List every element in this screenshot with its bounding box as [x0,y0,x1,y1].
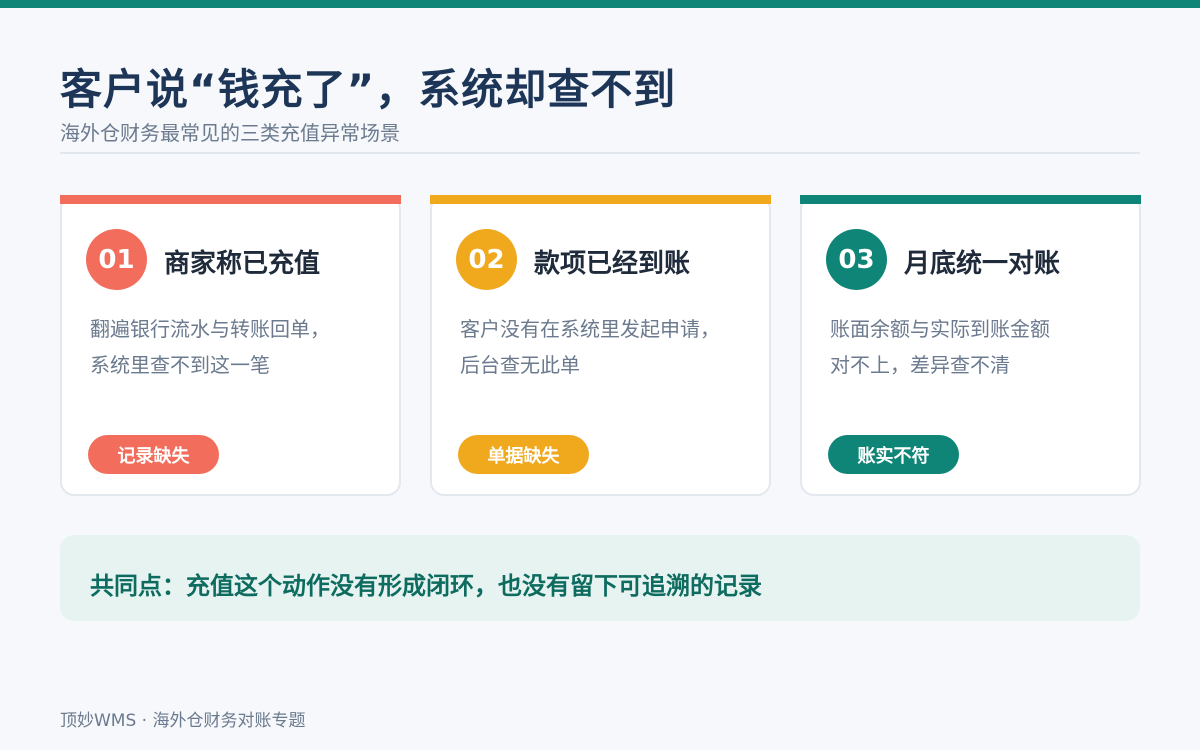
card-description-line: 客户没有在系统里发起申请， [460,317,720,341]
card-description-line: 后台查无此单 [460,353,580,377]
card-description-line: 翻遍银行流水与转账回单， [90,317,330,341]
card-tag: 记录缺失 [88,435,219,474]
card-description-line: 对不上，差异查不清 [830,353,1010,377]
footer-text: 顶妙WMS · 海外仓财务对账专题 [60,711,306,731]
summary-box: 共同点：充值这个动作没有形成闭环，也没有留下可追溯的记录 [60,535,1140,621]
card-tag: 账实不符 [828,435,959,474]
scenario-card-2: 02 款项已经到账 客户没有在系统里发起申请， 后台查无此单 单据缺失 [430,195,771,496]
card-title: 月底统一对账 [904,249,1061,279]
page-title: 客户说“钱充了”，系统却查不到 [60,65,677,114]
card-title: 款项已经到账 [534,249,691,279]
card-number-badge: 03 [826,229,887,290]
card-title: 商家称已充值 [164,249,321,279]
card-accent-bar [800,195,1141,204]
card-number-badge: 01 [86,229,147,290]
card-accent-bar [430,195,771,204]
card-description-line: 账面余额与实际到账金额 [830,317,1050,341]
card-tag: 单据缺失 [458,435,589,474]
card-number-badge: 02 [456,229,517,290]
scenario-card-1: 01 商家称已充值 翻遍银行流水与转账回单， 系统里查不到这一笔 记录缺失 [60,195,401,496]
card-description: 账面余额与实际到账金额 对不上，差异查不清 [830,311,1120,383]
summary-text: 共同点：充值这个动作没有形成闭环，也没有留下可追溯的记录 [90,572,762,600]
scenario-card-3: 03 月底统一对账 账面余额与实际到账金额 对不上，差异查不清 账实不符 [800,195,1141,496]
card-description-line: 系统里查不到这一笔 [90,353,270,377]
top-accent-bar [0,0,1200,8]
page-subtitle: 海外仓财务最常见的三类充值异常场景 [60,121,400,145]
card-accent-bar [60,195,401,204]
card-description: 翻遍银行流水与转账回单， 系统里查不到这一笔 [90,311,380,383]
card-description: 客户没有在系统里发起申请， 后台查无此单 [460,311,750,383]
header-divider [60,152,1140,154]
